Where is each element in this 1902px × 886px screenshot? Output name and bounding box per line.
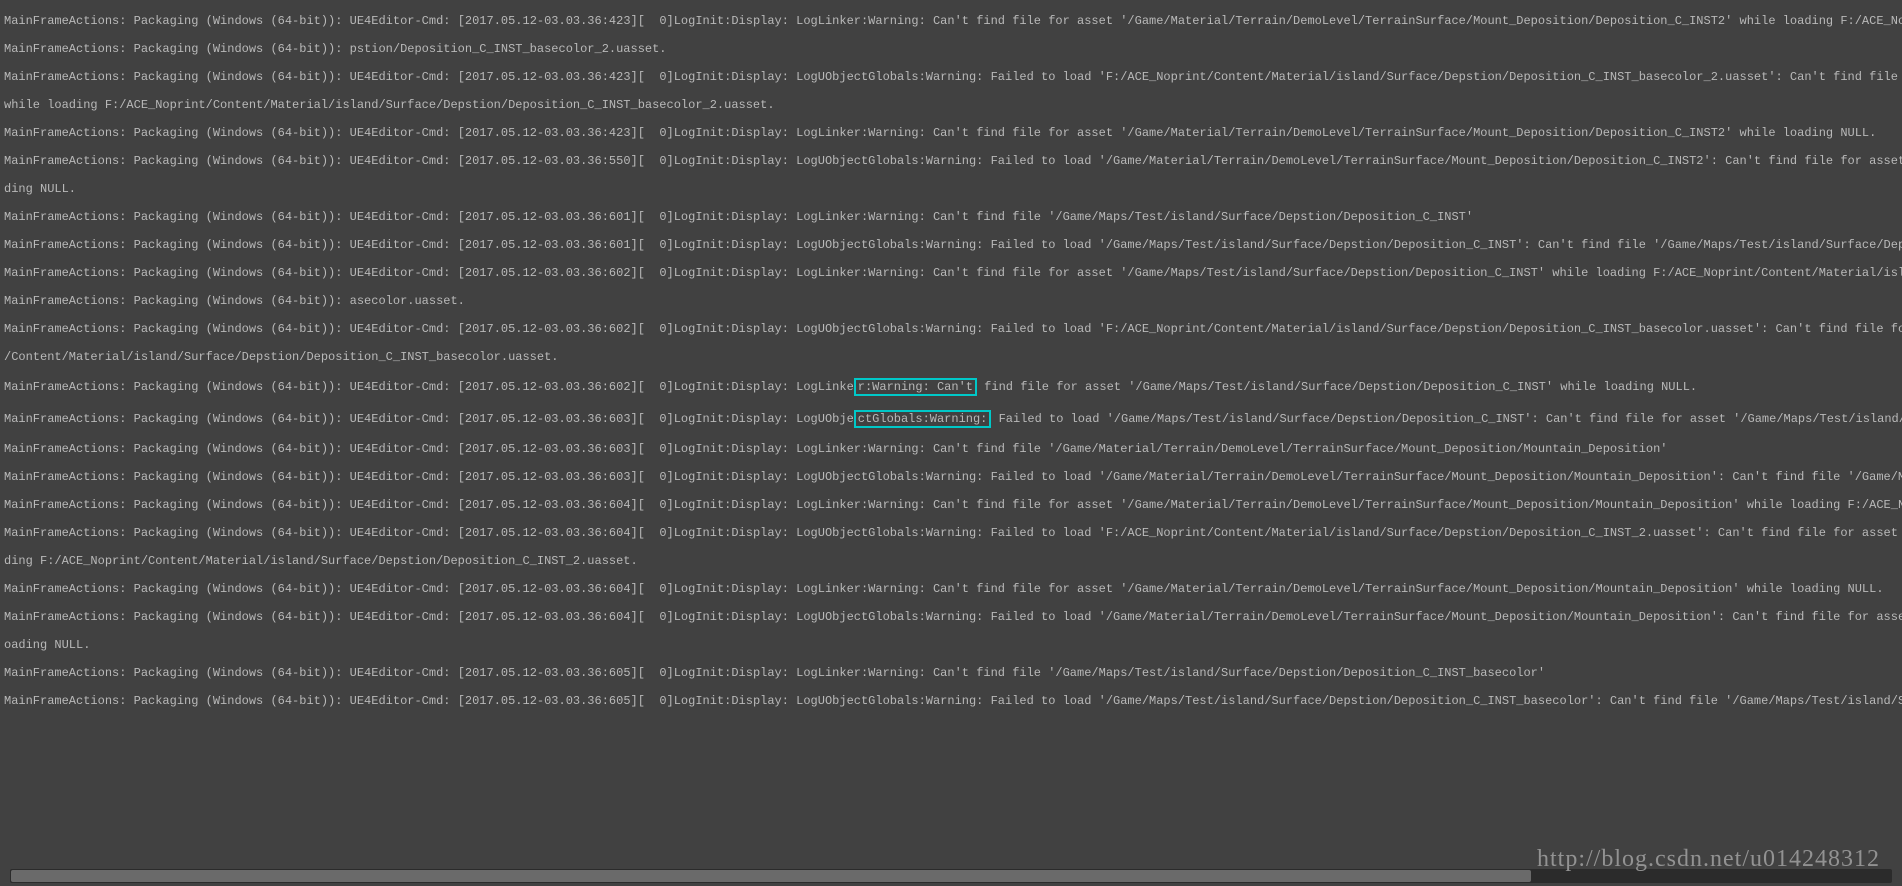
log-line: MainFrameActions: Packaging (Windows (64… (4, 154, 1898, 168)
log-line: MainFrameActions: Packaging (Windows (64… (4, 70, 1898, 84)
scrollbar-thumb[interactable] (11, 870, 1531, 882)
log-line: MainFrameActions: Packaging (Windows (64… (4, 266, 1898, 280)
log-line: MainFrameActions: Packaging (Windows (64… (4, 42, 1898, 56)
highlight-warning: r:Warning: Can't (854, 378, 977, 396)
log-line: /Content/Material/island/Surface/Depstio… (4, 350, 1898, 364)
log-line: MainFrameActions: Packaging (Windows (64… (4, 238, 1898, 252)
log-line: while loading F:/ACE_Noprint/Content/Mat… (4, 98, 1898, 112)
log-line: MainFrameActions: Packaging (Windows (64… (4, 126, 1898, 140)
log-line: MainFrameActions: Packaging (Windows (64… (4, 526, 1898, 540)
log-line: MainFrameActions: Packaging (Windows (64… (4, 498, 1898, 512)
log-line: MainFrameActions: Packaging (Windows (64… (4, 14, 1898, 28)
log-line: MainFrameActions: Packaging (Windows (64… (4, 470, 1898, 484)
highlight-warning: ctGlobals:Warning: (854, 410, 992, 428)
log-line: MainFrameActions: Packaging (Windows (64… (4, 694, 1898, 708)
log-line: MainFrameActions: Packaging (Windows (64… (4, 610, 1898, 624)
log-line: MainFrameActions: Packaging (Windows (64… (4, 322, 1898, 336)
log-line: oading NULL. (4, 638, 1898, 652)
log-line: MainFrameActions: Packaging (Windows (64… (4, 210, 1898, 224)
log-output: MainFrameActions: Packaging (Windows (64… (0, 0, 1902, 710)
log-line: MainFrameActions: Packaging (Windows (64… (4, 378, 1898, 396)
log-line: MainFrameActions: Packaging (Windows (64… (4, 442, 1898, 456)
log-line: MainFrameActions: Packaging (Windows (64… (4, 410, 1898, 428)
log-line: MainFrameActions: Packaging (Windows (64… (4, 294, 1898, 308)
log-line: ding NULL. (4, 182, 1898, 196)
log-line: ding F:/ACE_Noprint/Content/Material/isl… (4, 554, 1898, 568)
log-line: MainFrameActions: Packaging (Windows (64… (4, 582, 1898, 596)
log-line: MainFrameActions: Packaging (Windows (64… (4, 666, 1898, 680)
watermark-text: http://blog.csdn.net/u014248312 (1537, 852, 1880, 866)
